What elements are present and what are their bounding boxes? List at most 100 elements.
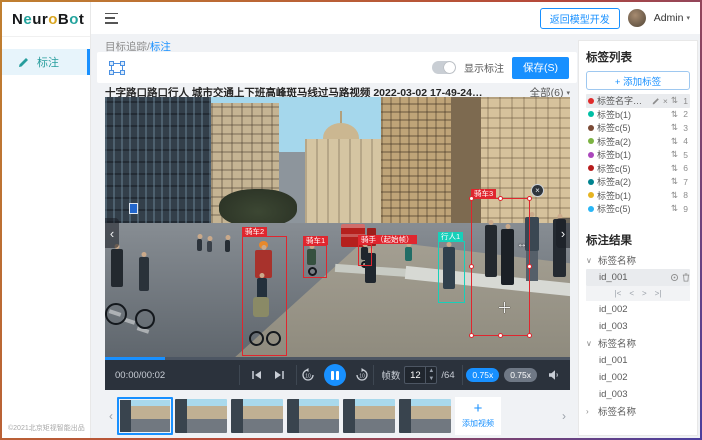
volume-icon[interactable] <box>548 369 560 381</box>
speed-current-pill[interactable]: 0.75x <box>466 368 499 382</box>
player-controls: 00:00/00:02 10 10 帧数 12 ▲▼ /64 <box>105 357 570 390</box>
back-to-model-dev-button[interactable]: 返回模型开发 <box>540 8 620 29</box>
label-row[interactable]: 标签a(2)⇅4 <box>586 135 690 149</box>
page-next-button[interactable]: > <box>642 289 647 298</box>
label-row[interactable]: 标签名字最长数... × ⇅ 1 <box>586 94 690 108</box>
frame-number-input[interactable]: 12 ▲▼ <box>404 366 437 384</box>
label-row[interactable]: 标签c(5)⇅9 <box>586 202 690 216</box>
bounding-box-rider2[interactable] <box>242 236 287 356</box>
pagination: |< < > >| <box>586 286 690 301</box>
frame-down-icon[interactable]: ▼ <box>426 375 436 383</box>
filmstrip-next-icon[interactable]: › <box>558 409 570 423</box>
copyright-text: ©2021北京矩视智能出品 <box>8 423 85 433</box>
sidebar: NeuroBot 标注 ©2021北京矩视智能出品 <box>2 2 91 438</box>
user-menu[interactable]: Admin▾ <box>654 12 690 24</box>
box-label-pedestrian1: 行人1 <box>438 232 463 241</box>
video-thumbnail[interactable] <box>343 399 395 433</box>
save-button[interactable]: 保存(S) <box>512 57 569 79</box>
video-thumbnail[interactable] <box>175 399 227 433</box>
forward-10-icon[interactable]: 10 <box>355 368 369 382</box>
video-thumbnail[interactable] <box>231 399 283 433</box>
bounding-box-rider3-selected[interactable] <box>471 198 530 336</box>
speed-default-pill[interactable]: 0.75x <box>504 368 537 382</box>
label-row[interactable]: 标签b(1)⇅2 <box>586 108 690 122</box>
box-label-rider1: 骑车1 <box>303 236 328 245</box>
result-group-header-collapsed[interactable]: ›标签名称 <box>586 403 690 420</box>
box-label-rider2: 骑车2 <box>242 227 267 236</box>
result-item[interactable]: id_002 <box>586 369 690 386</box>
label-list-title: 标签列表 <box>586 49 690 65</box>
add-video-button[interactable]: + 添加视频 <box>455 397 501 435</box>
label-color-dot <box>588 165 594 171</box>
sort-label-icon[interactable]: ⇅ <box>671 176 678 187</box>
sort-label-icon[interactable]: ⇅ <box>671 163 678 174</box>
trash-icon[interactable] <box>682 273 690 282</box>
label-row[interactable]: 标签b(1)⇅5 <box>586 148 690 162</box>
filmstrip-prev-icon[interactable]: ‹ <box>105 409 117 423</box>
sort-label-icon[interactable]: ⇅ <box>671 95 678 106</box>
sort-label-icon[interactable]: ⇅ <box>671 122 678 133</box>
page-last-button[interactable]: >| <box>655 289 662 298</box>
label-color-dot <box>588 192 594 198</box>
edit-label-icon[interactable] <box>652 97 660 105</box>
delete-label-icon[interactable]: × <box>663 96 668 106</box>
video-thumbnail-selected[interactable] <box>117 397 173 435</box>
right-panel: 标签列表 + 添加标签 标签名字最长数... × ⇅ 1 标签b(1)⇅2 标签… <box>578 40 698 436</box>
bounding-box-rider1[interactable] <box>303 245 327 278</box>
result-item[interactable]: id_001 <box>586 352 690 369</box>
sort-label-icon[interactable]: ⇅ <box>671 136 678 147</box>
add-label-button[interactable]: + 添加标签 <box>586 71 690 90</box>
page-first-button[interactable]: |< <box>615 289 622 298</box>
result-item[interactable]: id_002 <box>586 301 690 318</box>
label-color-dot <box>588 152 594 158</box>
result-item[interactable]: id_003 <box>586 318 690 335</box>
bounding-box-pedestrian1[interactable] <box>438 241 465 303</box>
video-thumbnail[interactable] <box>287 399 339 433</box>
replay-10-icon[interactable]: 10 <box>301 368 315 382</box>
locate-icon[interactable] <box>670 273 679 282</box>
label-row[interactable]: 标签c(5)⇅3 <box>586 121 690 135</box>
result-group-header[interactable]: ∨标签名称 <box>586 252 690 269</box>
label-color-dot <box>588 111 594 117</box>
delete-box-button[interactable]: × <box>531 184 544 197</box>
result-item[interactable]: id_003 <box>586 386 690 403</box>
video-canvas[interactable]: 骑车2 骑车1 骑手（起始帧） 行人1 骑车3 × ↔ ‹ › <box>105 97 570 357</box>
video-thumbnail[interactable] <box>399 399 451 433</box>
topbar: 返回模型开发 Admin▾ <box>91 2 700 34</box>
resize-cursor-icon: ↔ <box>517 239 527 250</box>
crosshair-cursor-icon <box>499 302 510 313</box>
annotation-toolbar: 显示标注 保存(S) <box>97 52 577 83</box>
menu-collapse-icon[interactable] <box>105 13 118 24</box>
caret-down-icon: ∨ <box>586 256 594 265</box>
bounding-box-tool-icon[interactable] <box>109 61 125 75</box>
sidebar-item-annotate[interactable]: 标注 <box>2 49 90 75</box>
caret-down-icon: ∨ <box>586 339 594 348</box>
show-annotation-toggle[interactable] <box>432 61 456 74</box>
label-row[interactable]: 标签b(1)⇅8 <box>586 189 690 203</box>
screenshot-frame: NeuroBot 标注 ©2021北京矩视智能出品 返回模型开发 Admin▾ … <box>0 0 702 440</box>
result-item-selected[interactable]: id_001 <box>586 269 690 286</box>
label-row[interactable]: 标签c(5)⇅6 <box>586 162 690 176</box>
skip-start-icon[interactable] <box>251 370 262 380</box>
prev-frame-overlay-button[interactable]: ‹ <box>105 218 119 248</box>
skip-end-icon[interactable] <box>274 370 285 380</box>
page-prev-button[interactable]: < <box>629 289 634 298</box>
app-logo: NeuroBot <box>2 2 90 37</box>
label-row[interactable]: 标签a(2)⇅7 <box>586 175 690 189</box>
sort-label-icon[interactable]: ⇅ <box>671 109 678 120</box>
box-label-rider-startframe: 骑手（起始帧） <box>358 235 417 244</box>
sidebar-item-label: 标注 <box>37 54 59 70</box>
avatar[interactable] <box>628 9 646 27</box>
sort-label-icon[interactable]: ⇅ <box>671 203 678 214</box>
sort-label-icon[interactable]: ⇅ <box>671 149 678 160</box>
sort-label-icon[interactable]: ⇅ <box>671 190 678 201</box>
box-label-rider3: 骑车3 <box>471 189 496 198</box>
result-group-header[interactable]: ∨标签名称 <box>586 335 690 352</box>
caret-right-icon: › <box>586 407 594 416</box>
label-color-dot <box>588 125 594 131</box>
frame-up-icon[interactable]: ▲ <box>426 367 436 375</box>
next-frame-overlay-button[interactable]: › <box>556 218 570 248</box>
pause-button[interactable] <box>324 364 346 386</box>
chevron-down-icon: ▾ <box>566 89 570 97</box>
bounding-box-rider-startframe[interactable] <box>358 244 372 266</box>
